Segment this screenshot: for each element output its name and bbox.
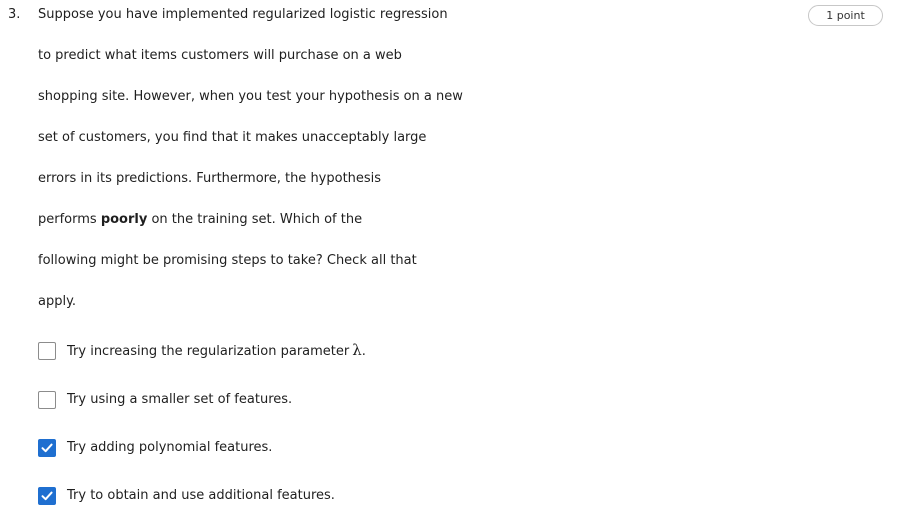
- option-label: Try increasing the regularization parame…: [67, 342, 366, 360]
- checkbox[interactable]: [38, 391, 56, 409]
- question-number: 3.: [8, 7, 21, 22]
- lambda-symbol: λ: [352, 341, 362, 359]
- option-suffix: .: [361, 344, 366, 359]
- prompt-line: set of customers, you find that it makes…: [38, 130, 427, 145]
- prompt-line: apply.: [38, 294, 77, 309]
- prompt-line: performs poorly on the training set. Whi…: [38, 212, 362, 228]
- option-label: Try using a smaller set of features.: [67, 392, 293, 407]
- prompt-emphasis: poorly: [100, 212, 148, 227]
- prompt-line: shopping site. However, when you test yo…: [38, 89, 463, 104]
- option-text: Try increasing the regularization parame…: [67, 344, 350, 359]
- prompt-line: following might be promising steps to ta…: [38, 253, 417, 268]
- option-label: Try adding polynomial features.: [67, 440, 273, 455]
- checkbox-checked[interactable]: [38, 439, 56, 457]
- prompt-text: performs: [38, 212, 101, 227]
- option-polynomial-features[interactable]: Try adding polynomial features.: [38, 438, 272, 458]
- option-additional-features[interactable]: Try to obtain and use additional feature…: [38, 486, 335, 506]
- checkbox-checked[interactable]: [38, 487, 56, 505]
- option-label: Try to obtain and use additional feature…: [67, 488, 335, 503]
- prompt-line: errors in its predictions. Furthermore, …: [38, 171, 382, 186]
- checkbox[interactable]: [38, 342, 56, 360]
- checkmark-icon: [41, 443, 53, 453]
- prompt-line: to predict what items customers will pur…: [38, 48, 402, 63]
- option-smaller-features[interactable]: Try using a smaller set of features.: [38, 390, 292, 410]
- points-badge: 1 point: [808, 5, 883, 26]
- prompt-line: Suppose you have implemented regularized…: [38, 7, 448, 22]
- checkmark-icon: [41, 491, 53, 501]
- prompt-text: on the training set. Which of the: [147, 212, 363, 227]
- option-increase-lambda[interactable]: Try increasing the regularization parame…: [38, 341, 366, 361]
